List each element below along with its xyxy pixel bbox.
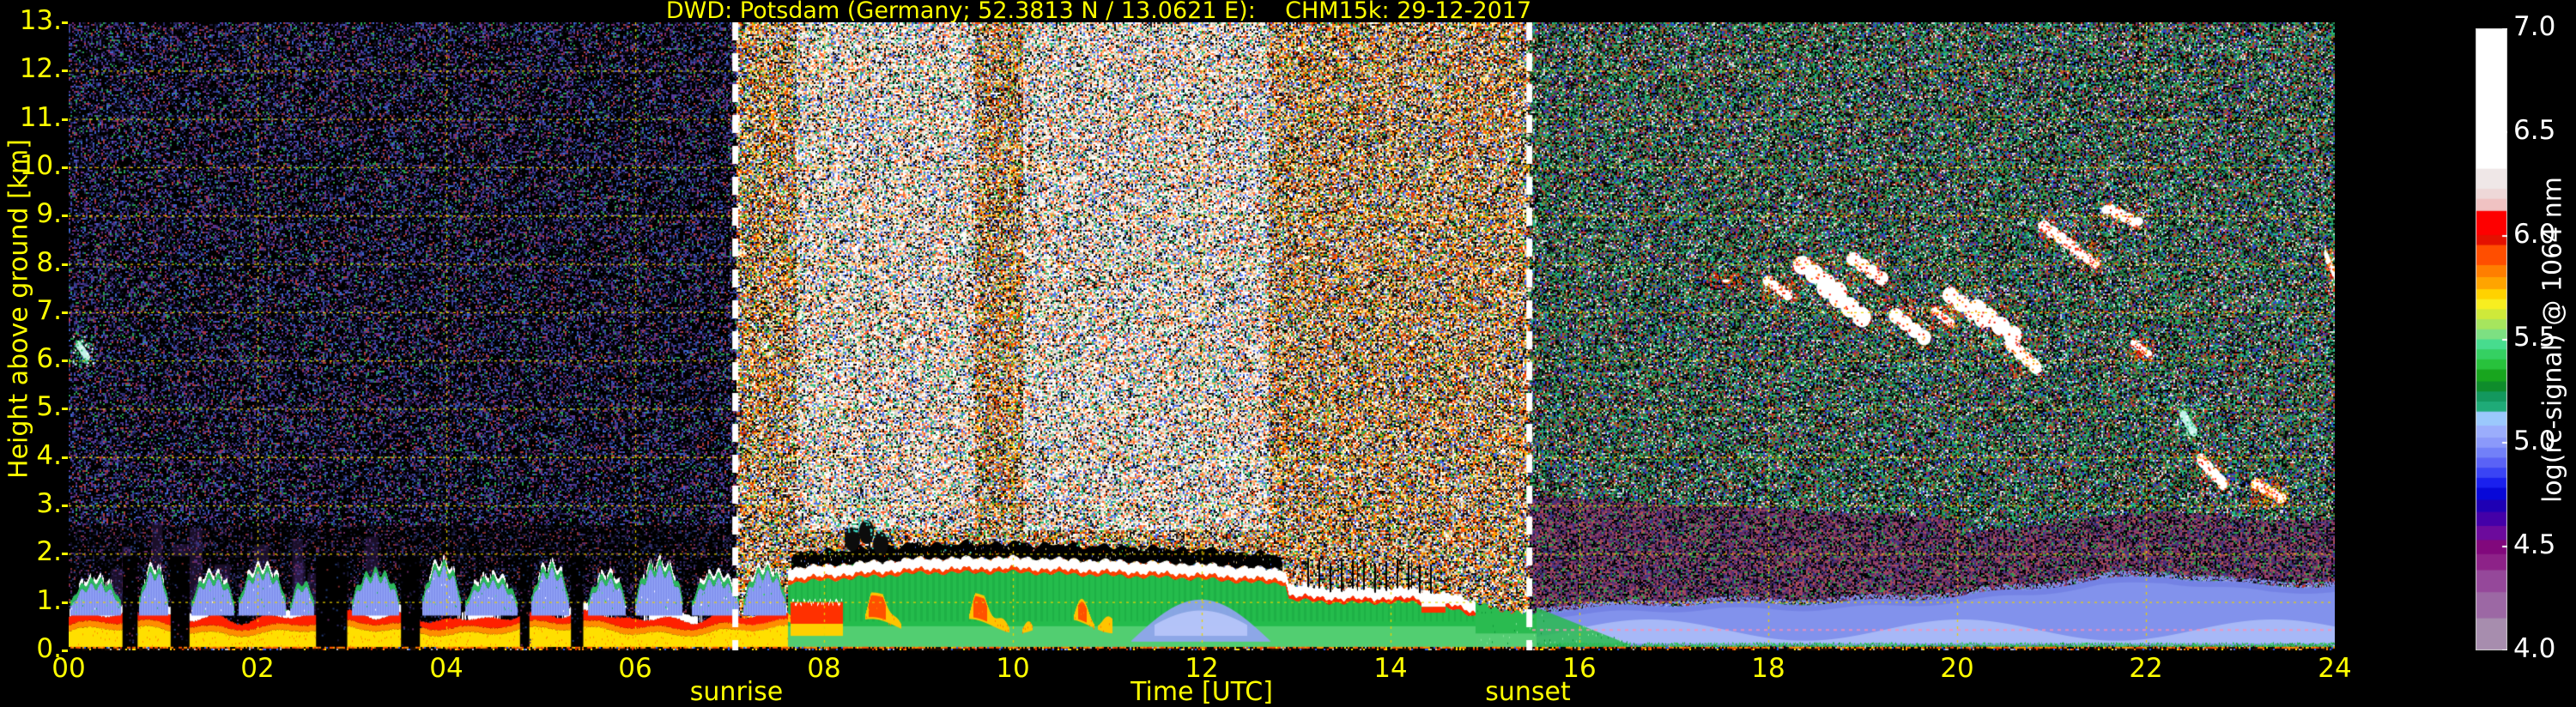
x-tick-label: 18 [1751,653,1785,684]
y-tick-mark [62,360,68,363]
colorbar-tick-label: 4.0 [2513,632,2556,664]
x-tick-label: 02 [240,653,275,684]
colorbar-tick-label: 4.5 [2513,529,2556,561]
colorbar-tick-label: 7.0 [2513,11,2556,42]
y-tick-label: 3. [36,488,62,520]
y-tick-mark [62,650,68,652]
y-tick-label: 1. [36,584,62,616]
y-tick-mark [62,21,68,24]
y-tick-mark [62,456,68,459]
y-tick-label: 11. [19,101,62,133]
y-tick-label: 6. [36,343,62,375]
x-tick-label: 24 [2318,653,2352,684]
y-tick-label: 2. [36,536,62,568]
x-tick-label: 06 [618,653,652,684]
y-tick-label: 10. [19,149,62,181]
colorbar-title: log(rc-signal) @ 1064 nm [2537,176,2568,504]
x-tick-label: 20 [1940,653,1974,684]
x-tick-label: 04 [429,653,464,684]
y-tick-mark [62,601,68,604]
y-tick-mark [62,553,68,556]
y-tick-label: 13. [19,4,62,36]
y-tick-mark [62,118,68,121]
y-tick-mark [62,215,68,218]
colorbar [2476,28,2507,650]
sunset-label: sunset [1485,677,1571,707]
sunrise-label: sunrise [689,677,784,707]
y-tick-label: 8. [36,246,62,278]
y-tick-label: 4. [36,439,62,471]
ceilometer-quicklook-page: DWD: Potsdam (Germany; 52.3813 N / 13.06… [0,0,2576,707]
y-tick-mark [62,263,68,266]
y-tick-label: 7. [36,294,62,326]
y-tick-label: 5. [36,391,62,423]
colorbar-tick-label: 6.5 [2513,114,2556,146]
y-tick-label: 9. [36,198,62,230]
x-tick-label: 14 [1373,653,1408,684]
x-axis-title: Time [UTC] [1130,677,1273,707]
y-tick-mark [62,166,68,169]
x-tick-label: 10 [996,653,1030,684]
y-tick-mark [62,311,68,314]
y-tick-label: 12. [19,53,62,85]
x-tick-label: 00 [52,653,86,684]
x-tick-label: 22 [2129,653,2163,684]
x-tick-label: 08 [807,653,841,684]
y-tick-mark [62,69,68,73]
y-tick-mark [62,505,68,508]
backscatter-heatmap-canvas [69,22,2335,650]
y-tick-mark [62,408,68,411]
plot-title: DWD: Potsdam (Germany; 52.3813 N / 13.06… [665,0,1532,24]
